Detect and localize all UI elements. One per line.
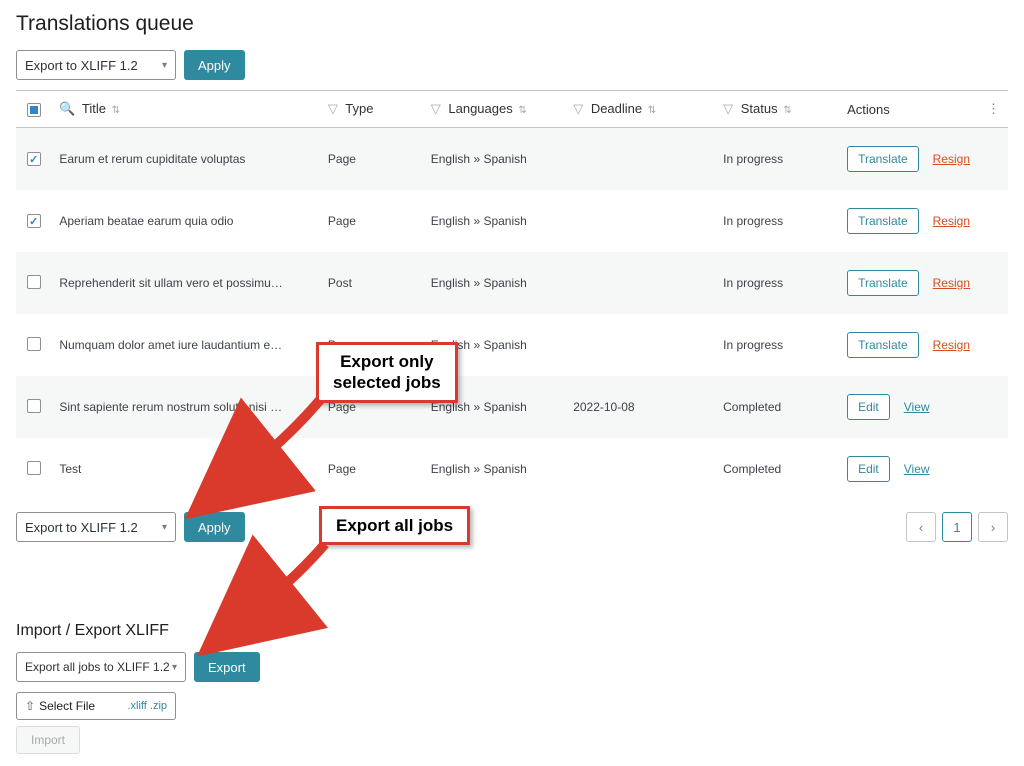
filter-icon[interactable]: ▽	[723, 101, 733, 116]
row-checkbox[interactable]	[27, 152, 41, 166]
row-primary-action[interactable]: Edit	[847, 394, 890, 420]
row-secondary-action[interactable]: Resign	[933, 152, 970, 166]
row-primary-action[interactable]: Edit	[847, 456, 890, 482]
row-deadline	[565, 314, 715, 376]
allowed-extensions: .xliff .zip	[127, 700, 167, 712]
page-title: Translations queue	[16, 12, 1008, 36]
row-type: Page	[320, 128, 423, 191]
select-file-label: Select File	[39, 699, 95, 713]
row-title: Reprehenderit sit ullam vero et possimu…	[51, 252, 320, 314]
filter-icon[interactable]: ▽	[573, 101, 583, 116]
col-actions: Actions	[847, 102, 890, 117]
col-status[interactable]: Status	[741, 101, 778, 116]
sort-icon[interactable]: ⇅	[518, 105, 526, 116]
bulk-actions-top: Export to XLIFF 1.2 ▾ Apply	[16, 50, 1008, 80]
row-checkbox[interactable]	[27, 399, 41, 413]
export-format-select-bottom[interactable]: Export to XLIFF 1.2 ▾	[16, 512, 176, 542]
row-type: Page	[320, 190, 423, 252]
import-export-heading: Import / Export XLIFF	[16, 622, 1008, 640]
row-type: Page	[320, 438, 423, 500]
select-file-button[interactable]: ⇧ Select File .xliff .zip	[16, 692, 176, 720]
callout-selected: Export only selected jobs	[316, 342, 458, 403]
table-row: Numquam dolor amet iure laudantium e…Pag…	[16, 314, 1008, 376]
row-secondary-action[interactable]: Resign	[933, 276, 970, 290]
col-languages[interactable]: Languages	[448, 101, 512, 116]
search-icon[interactable]: 🔍	[59, 101, 75, 116]
row-deadline	[565, 190, 715, 252]
select-all-checkbox[interactable]	[27, 103, 41, 117]
select-value: Export all jobs to XLIFF 1.2	[25, 660, 170, 674]
row-lang: English » Spanish	[423, 190, 565, 252]
row-title: Sint sapiente rerum nostrum soluta nisi …	[51, 376, 320, 438]
row-checkbox[interactable]	[27, 214, 41, 228]
row-title: Test	[51, 438, 320, 500]
import-export-section: Import / Export XLIFF Export all jobs to…	[16, 622, 1008, 754]
export-format-select-top[interactable]: Export to XLIFF 1.2 ▾	[16, 50, 176, 80]
apply-button-top[interactable]: Apply	[184, 50, 245, 80]
row-lang: English » Spanish	[423, 252, 565, 314]
sort-icon[interactable]: ⇅	[783, 105, 791, 116]
pagination: ‹ 1 ›	[906, 512, 1008, 542]
table-row: Aperiam beatae earum quia odioPageEnglis…	[16, 190, 1008, 252]
row-status: In progress	[715, 252, 839, 314]
export-all-select[interactable]: Export all jobs to XLIFF 1.2 ▾	[16, 652, 186, 682]
row-deadline: 2022-10-08	[565, 376, 715, 438]
row-status: In progress	[715, 128, 839, 191]
upload-icon: ⇧	[25, 699, 35, 713]
bulk-actions-bottom: Export to XLIFF 1.2 ▾ Apply	[16, 512, 245, 542]
row-secondary-action[interactable]: Resign	[933, 214, 970, 228]
row-type: Post	[320, 252, 423, 314]
export-button[interactable]: Export	[194, 652, 260, 682]
arrow-icon	[253, 540, 333, 615]
more-icon[interactable]: ⋮	[987, 101, 1000, 116]
select-value: Export to XLIFF 1.2	[25, 58, 138, 73]
row-secondary-action[interactable]: View	[904, 462, 930, 476]
chevron-down-icon: ▾	[162, 60, 167, 71]
row-secondary-action[interactable]: Resign	[933, 338, 970, 352]
row-status: Completed	[715, 438, 839, 500]
row-title: Aperiam beatae earum quia odio	[51, 190, 320, 252]
row-deadline	[565, 252, 715, 314]
row-checkbox[interactable]	[27, 337, 41, 351]
row-secondary-action[interactable]: View	[904, 400, 930, 414]
table-row: TestPageEnglish » Spanish Completed Edit Vi…	[16, 438, 1008, 500]
row-deadline	[565, 128, 715, 191]
chevron-down-icon: ▾	[162, 522, 167, 533]
filter-icon[interactable]: ▽	[328, 101, 338, 116]
import-button[interactable]: Import	[16, 726, 80, 754]
callout-all: Export all jobs	[319, 506, 470, 545]
table-row: Reprehenderit sit ullam vero et possimu……	[16, 252, 1008, 314]
row-title: Earum et rerum cupiditate voluptas	[51, 128, 320, 191]
chevron-down-icon: ▾	[172, 662, 177, 673]
page-1[interactable]: 1	[942, 512, 972, 542]
row-primary-action[interactable]: Translate	[847, 332, 919, 358]
select-value: Export to XLIFF 1.2	[25, 520, 138, 535]
row-deadline	[565, 438, 715, 500]
apply-button-bottom[interactable]: Apply	[184, 512, 245, 542]
jobs-table: 🔍 Title ⇅ ▽ Type ▽ Languages ⇅ ▽ Deadlin…	[16, 90, 1008, 500]
table-row: Earum et rerum cupiditate voluptasPageEn…	[16, 128, 1008, 191]
col-type[interactable]: Type	[345, 101, 373, 116]
row-status: Completed	[715, 376, 839, 438]
row-title: Numquam dolor amet iure laudantium e…	[51, 314, 320, 376]
page-next[interactable]: ›	[978, 512, 1008, 542]
col-deadline[interactable]: Deadline	[591, 101, 642, 116]
row-status: In progress	[715, 314, 839, 376]
col-title[interactable]: Title	[82, 101, 106, 116]
row-primary-action[interactable]: Translate	[847, 270, 919, 296]
row-checkbox[interactable]	[27, 275, 41, 289]
filter-icon[interactable]: ▽	[431, 101, 441, 116]
row-primary-action[interactable]: Translate	[847, 146, 919, 172]
row-lang: English » Spanish	[423, 128, 565, 191]
table-row: Sint sapiente rerum nostrum soluta nisi …	[16, 376, 1008, 438]
row-lang: English » Spanish	[423, 438, 565, 500]
row-checkbox[interactable]	[27, 461, 41, 475]
page-prev[interactable]: ‹	[906, 512, 936, 542]
sort-icon[interactable]: ⇅	[112, 105, 120, 116]
row-primary-action[interactable]: Translate	[847, 208, 919, 234]
row-status: In progress	[715, 190, 839, 252]
sort-icon[interactable]: ⇅	[648, 105, 656, 116]
